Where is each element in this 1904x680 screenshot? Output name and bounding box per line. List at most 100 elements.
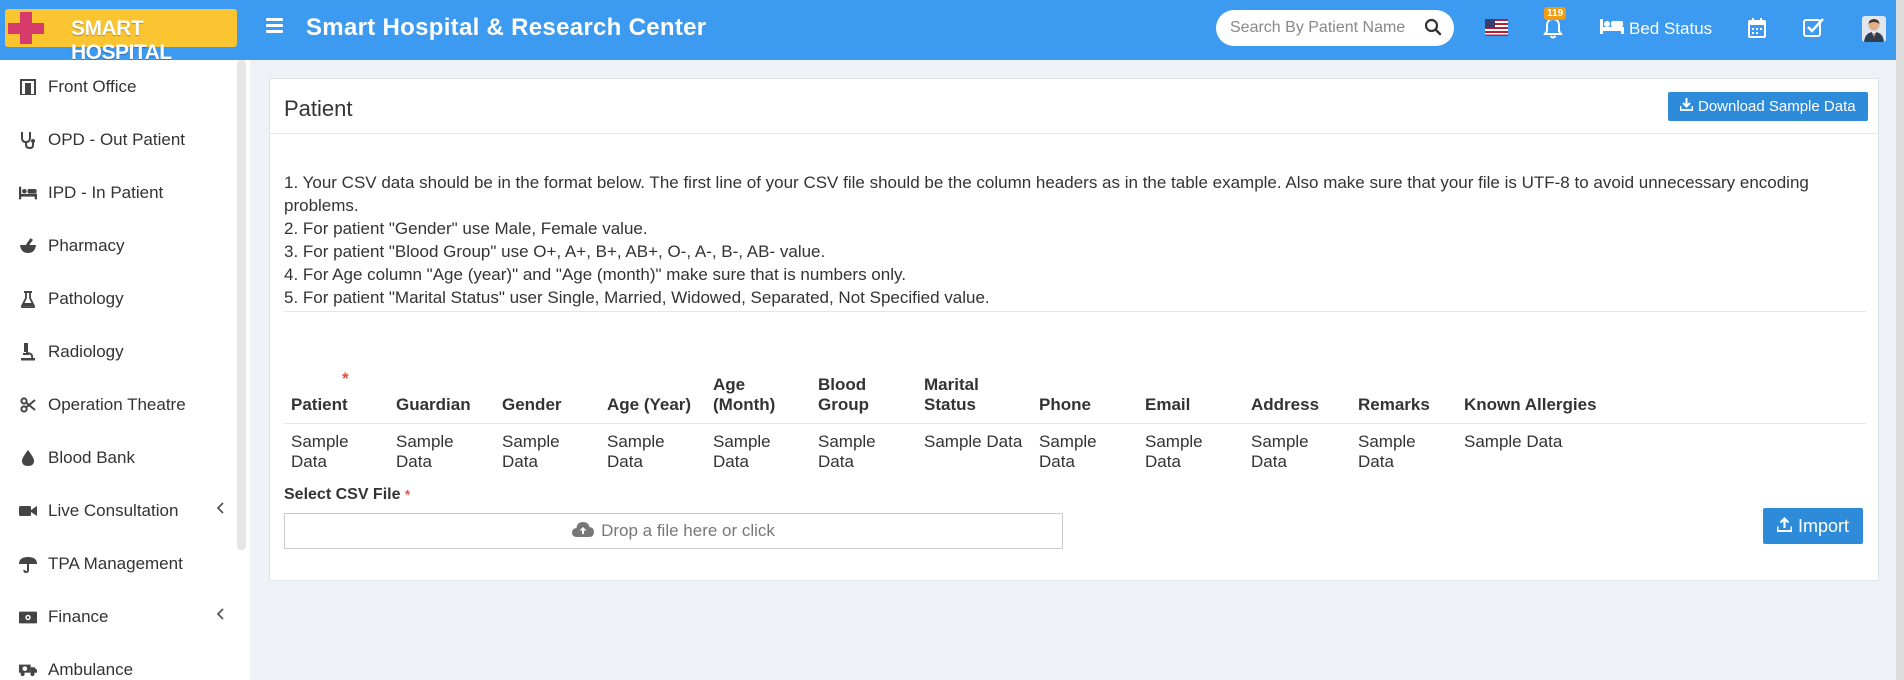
cloud-upload-icon bbox=[572, 521, 595, 542]
sidebar-item-label: Pathology bbox=[48, 289, 124, 308]
sidebar-item-label: Front Office bbox=[48, 77, 137, 96]
column-header: Age (Month) bbox=[706, 369, 811, 424]
column-header-label: Patient bbox=[291, 394, 348, 414]
door-icon bbox=[19, 78, 37, 96]
sidebar-item-label: IPD - In Patient bbox=[48, 183, 164, 202]
required-marker: * bbox=[404, 487, 411, 502]
flask-icon bbox=[19, 290, 37, 308]
page-scrollbar[interactable] bbox=[1896, 0, 1904, 680]
page-title: Patient bbox=[284, 96, 353, 121]
video-icon bbox=[19, 502, 37, 520]
bed-status-link[interactable]: Bed Status bbox=[1600, 18, 1712, 39]
table-cell: Sample Data bbox=[1039, 431, 1097, 471]
column-header: Blood Group bbox=[811, 369, 917, 424]
required-marker: * bbox=[342, 369, 349, 388]
table-cell: Sample Data bbox=[713, 431, 771, 471]
cross-icon bbox=[8, 12, 44, 44]
csv-file-dropzone[interactable]: Drop a file here or click bbox=[284, 513, 1063, 549]
instruction-line: 2. For patient "Gender" use Male, Female… bbox=[284, 219, 648, 238]
download-sample-label: Download Sample Data bbox=[1698, 98, 1856, 115]
download-sample-button[interactable]: Download Sample Data bbox=[1668, 92, 1868, 121]
column-header: Marital Status bbox=[917, 369, 1032, 424]
us-flag-icon[interactable] bbox=[1485, 19, 1508, 36]
table-cell: Sample Data bbox=[607, 431, 665, 471]
task-check-icon[interactable] bbox=[1803, 17, 1825, 42]
column-header: Remarks bbox=[1351, 369, 1457, 424]
sidebar-item-tpa-management[interactable]: TPA Management bbox=[0, 537, 236, 590]
table-cell: Sample Data bbox=[1145, 431, 1203, 471]
sidebar-item-label: OPD - Out Patient bbox=[48, 130, 185, 149]
bed-icon bbox=[19, 184, 37, 202]
bed-icon bbox=[1600, 18, 1624, 39]
table-header-row: * Patient Guardian Gender Age (Year) Age… bbox=[284, 369, 1866, 424]
sidebar-item-label: Pharmacy bbox=[48, 236, 125, 255]
notification-badge: 119 bbox=[1544, 7, 1567, 20]
patient-import-card: Patient Download Sample Data 1. Your CSV… bbox=[269, 78, 1879, 581]
stethoscope-icon bbox=[19, 131, 37, 149]
sidebar-item-opd[interactable]: OPD - Out Patient bbox=[0, 113, 236, 166]
logo[interactable]: SMART HOSPITAL bbox=[5, 9, 237, 64]
bell-icon[interactable] bbox=[1543, 17, 1563, 44]
import-label: Import bbox=[1798, 515, 1850, 536]
column-header: Guardian bbox=[389, 369, 495, 424]
app-title: Smart Hospital & Research Center bbox=[306, 14, 707, 41]
table-cell: Sample Data bbox=[818, 431, 876, 471]
sidebar-item-label: Radiology bbox=[48, 342, 124, 361]
chevron-left-icon bbox=[216, 607, 224, 623]
column-header: Gender bbox=[495, 369, 600, 424]
column-header: Known Allergies bbox=[1457, 369, 1866, 424]
instruction-line: 1. Your CSV data should be in the format… bbox=[284, 173, 1809, 215]
logo-area[interactable]: SMART HOSPITAL bbox=[0, 0, 240, 64]
bed-status-label: Bed Status bbox=[1629, 18, 1713, 38]
patient-search bbox=[1216, 10, 1454, 46]
sidebar-item-pathology[interactable]: Pathology bbox=[0, 272, 236, 325]
sidebar-item-front-office[interactable]: Front Office bbox=[0, 60, 236, 113]
microscope-icon bbox=[19, 343, 37, 361]
csv-file-label: Select CSV File * bbox=[284, 486, 410, 504]
table-row: Sample Data Sample Data Sample Data Samp… bbox=[284, 423, 1866, 472]
dropzone-text: Drop a file here or click bbox=[601, 521, 775, 540]
money-icon bbox=[19, 608, 37, 626]
sidebar-item-label: Ambulance bbox=[48, 660, 134, 679]
drop-icon bbox=[19, 449, 37, 467]
search-input[interactable] bbox=[1230, 16, 1405, 40]
menu-toggle-icon[interactable] bbox=[266, 18, 283, 33]
column-header: Email bbox=[1138, 369, 1244, 424]
calendar-icon[interactable] bbox=[1748, 18, 1766, 43]
sidebar-item-label: TPA Management bbox=[48, 554, 183, 573]
table-cell: Sample Data bbox=[291, 431, 349, 471]
column-header: Address bbox=[1244, 369, 1351, 424]
import-button[interactable]: Import bbox=[1763, 508, 1864, 544]
sidebar-item-label: Operation Theatre bbox=[48, 395, 186, 414]
search-icon[interactable] bbox=[1424, 18, 1442, 41]
sidebar-item-ambulance[interactable]: Ambulance bbox=[0, 643, 236, 680]
instruction-line: 3. For patient "Blood Group" use O+, A+,… bbox=[284, 242, 826, 261]
sidebar-item-live-consultation[interactable]: Live Consultation bbox=[0, 484, 236, 537]
instruction-line: 4. For Age column "Age (year)" and "Age … bbox=[284, 265, 906, 284]
sidebar-scrollbar[interactable] bbox=[237, 60, 246, 550]
sidebar-item-blood-bank[interactable]: Blood Bank bbox=[0, 431, 236, 484]
column-header: Phone bbox=[1032, 369, 1138, 424]
csv-instructions: 1. Your CSV data should be in the format… bbox=[284, 171, 1878, 309]
sidebar-item-radiology[interactable]: Radiology bbox=[0, 325, 236, 378]
table-cell: Sample Data bbox=[1251, 431, 1309, 471]
table-cell: Sample Data bbox=[396, 431, 454, 471]
download-icon bbox=[1679, 98, 1694, 115]
top-navbar: SMART HOSPITAL Smart Hospital & Research… bbox=[0, 0, 1904, 64]
table-cell: Sample Data bbox=[502, 431, 560, 471]
sidebar-item-label: Live Consultation bbox=[48, 501, 179, 520]
sidebar-item-pharmacy[interactable]: Pharmacy bbox=[0, 219, 236, 272]
upload-icon bbox=[1776, 516, 1793, 537]
csv-file-label-text: Select CSV File bbox=[284, 486, 401, 503]
divider bbox=[284, 311, 1866, 312]
sidebar-item-operation-theatre[interactable]: Operation Theatre bbox=[0, 378, 236, 431]
table-cell: Sample Data bbox=[1358, 431, 1416, 471]
ambulance-icon bbox=[19, 661, 37, 679]
sidebar-item-finance[interactable]: Finance bbox=[0, 590, 236, 643]
sample-data-table: * Patient Guardian Gender Age (Year) Age… bbox=[284, 369, 1866, 472]
user-avatar[interactable] bbox=[1862, 16, 1886, 42]
table-cell: Sample Data bbox=[1464, 431, 1563, 451]
sidebar: Front Office OPD - Out Patient IPD - In … bbox=[0, 60, 250, 680]
sidebar-item-ipd[interactable]: IPD - In Patient bbox=[0, 166, 236, 219]
column-header: Age (Year) bbox=[600, 369, 706, 424]
